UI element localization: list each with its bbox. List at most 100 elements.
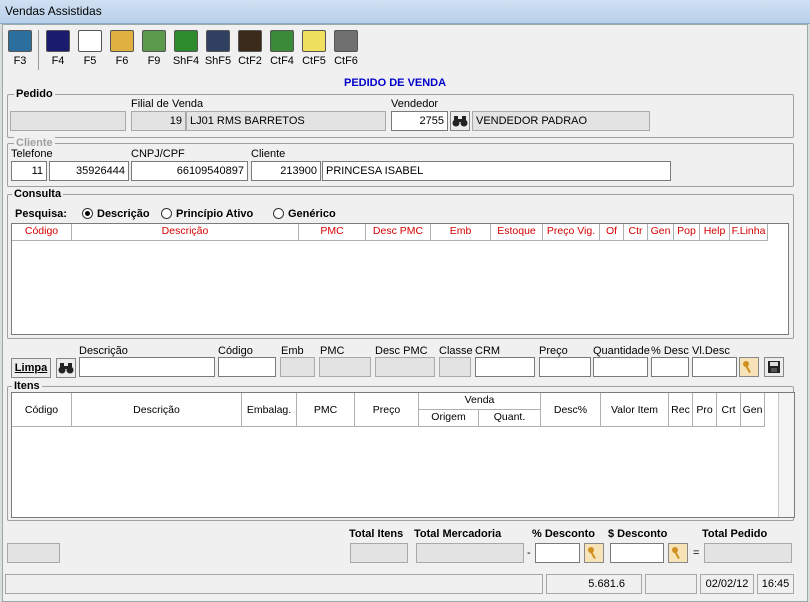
radio-generico[interactable] [273, 208, 284, 219]
toolbar-button-ctf4[interactable]: CtF4 [266, 28, 298, 72]
filial-label: Filial de Venda [131, 98, 204, 110]
entry-desc-pmc-label: Desc PMC [375, 345, 428, 357]
radio-descricao-label[interactable]: Descrição [97, 208, 150, 220]
status-main [5, 574, 543, 594]
toolbar-button-label: F3 [13, 55, 27, 67]
entry-vl-desc-field[interactable] [692, 357, 737, 377]
entry-crm-field[interactable] [475, 357, 535, 377]
consulta-column-header[interactable]: Pop [674, 224, 700, 241]
toolbar-button-ctf2[interactable]: CtF2 [234, 28, 266, 72]
consulta-column-header[interactable]: F.Linha [730, 224, 768, 241]
binoculars-icon [452, 116, 468, 127]
itens-column-header[interactable]: Descrição [72, 393, 242, 427]
toolbar-button-f9[interactable]: F9 [138, 28, 170, 72]
consulta-column-header[interactable]: Código [12, 224, 72, 241]
itens-column-header[interactable]: Crt [717, 393, 741, 427]
chart-icon [270, 30, 294, 52]
consulta-column-header[interactable]: Gen [648, 224, 674, 241]
filial-name-field: LJ01 RMS BARRETOS [186, 111, 386, 131]
pesquisa-label: Pesquisa: [15, 208, 67, 220]
consulta-column-header[interactable]: Estoque [491, 224, 543, 241]
toolbar-button-f6[interactable]: F6 [106, 28, 138, 72]
itens-column-header[interactable]: Preço [355, 393, 419, 427]
toolbar-button-f3[interactable]: F3 [4, 28, 36, 72]
radio-principio-ativo[interactable] [161, 208, 172, 219]
consulta-column-header[interactable]: PMC [299, 224, 366, 241]
entry-key-button[interactable] [739, 357, 759, 377]
itens-column-header[interactable]: Embalag. [242, 393, 297, 427]
consulta-column-header[interactable]: Preço Vig. [543, 224, 600, 241]
toolbar-button-f5[interactable]: F5 [74, 28, 106, 72]
entry-emb-field [280, 357, 315, 377]
entry-emb-label: Emb [281, 345, 304, 357]
valor-desconto-label: $ Desconto [608, 528, 668, 540]
toolbar-button-f4[interactable]: F4 [42, 28, 74, 72]
total-itens-label: Total Itens [349, 528, 404, 540]
itens-column-header[interactable]: Desc% [541, 393, 601, 427]
consulta-grid-header: Código Descrição PMC Desc PMC Emb Estoque Preç… [12, 224, 788, 241]
toolbar-button-shf5[interactable]: ShF5 [202, 28, 234, 72]
consulta-column-header[interactable]: Descrição [72, 224, 299, 241]
itens-column-header[interactable]: Valor Item [601, 393, 669, 427]
lightbulb-icon [302, 30, 326, 52]
entry-quantidade-field[interactable] [593, 357, 648, 377]
itens-column-header[interactable]: Código [12, 393, 72, 427]
save-disk-icon [768, 361, 780, 373]
telefone-field[interactable]: 35926444 [49, 161, 129, 181]
consulta-column-header[interactable]: Desc PMC [366, 224, 431, 241]
consulta-grid[interactable]: Código Descrição PMC Desc PMC Emb Estoque Preç… [11, 223, 789, 335]
radio-principio-ativo-label[interactable]: Princípio Ativo [176, 208, 253, 220]
valor-desconto-key-button[interactable] [668, 543, 688, 563]
pct-desconto-label: % Desconto [532, 528, 595, 540]
ddd-field[interactable]: 11 [11, 161, 47, 181]
limpa-button[interactable]: Limpa [11, 358, 51, 378]
itens-column-header[interactable]: Pro [693, 393, 717, 427]
valor-desconto-field[interactable] [610, 543, 664, 563]
itens-column-header[interactable]: Rec [669, 393, 693, 427]
toolbar-button-ctf6[interactable]: CtF6 [330, 28, 362, 72]
radio-generico-label[interactable]: Genérico [288, 208, 336, 220]
toolbar-button-ctf5[interactable]: CtF5 [298, 28, 330, 72]
consulta-column-header[interactable]: Of [600, 224, 624, 241]
boxes-icon [110, 30, 134, 52]
cnpj-field[interactable]: 66109540897 [131, 161, 248, 181]
descricao-search-button[interactable] [56, 358, 76, 378]
window-title: Vendas Assistidas [5, 4, 102, 18]
telefone-label: Telefone [11, 148, 53, 160]
entry-codigo-field[interactable] [218, 357, 276, 377]
total-pedido-label: Total Pedido [702, 528, 768, 540]
itens-column-subheader[interactable]: Origem [419, 410, 479, 427]
equals-sign: = [693, 547, 700, 559]
total-pedido-field [704, 543, 792, 563]
itens-grid[interactable]: Código Descrição Embalag. PMC Preço Venda Orig… [11, 392, 795, 518]
entry-descricao-field[interactable] [79, 357, 215, 377]
toolbar-button-label: CtF4 [270, 55, 294, 67]
itens-column-header-venda[interactable]: Venda [419, 393, 541, 410]
pct-desconto-field[interactable] [535, 543, 580, 563]
vendedor-code-field[interactable]: 2755 [391, 111, 448, 131]
total-mercadoria-field [416, 543, 524, 563]
consulta-column-header[interactable]: Emb [431, 224, 491, 241]
toolbar-button-label: F4 [51, 55, 65, 67]
cliente-name-field[interactable]: PRINCESA ISABEL [322, 161, 671, 181]
radio-descricao[interactable] [82, 208, 93, 219]
cliente-code-field[interactable]: 213900 [251, 161, 321, 181]
itens-column-subheader[interactable]: Quant. [479, 410, 541, 427]
consulta-column-header[interactable]: Help [700, 224, 730, 241]
vendedor-search-button[interactable] [450, 111, 470, 131]
total-itens-field [350, 543, 408, 563]
filial-code-field: 19 [131, 111, 186, 131]
entry-preco-field[interactable] [539, 357, 591, 377]
toolbar-button-shf4[interactable]: ShF4 [170, 28, 202, 72]
pct-desconto-key-button[interactable] [584, 543, 604, 563]
itens-column-header[interactable]: PMC [297, 393, 355, 427]
entry-desc-pmc-field [375, 357, 435, 377]
entry-pct-desc-field[interactable] [651, 357, 689, 377]
consulta-column-header[interactable]: Ctr [624, 224, 648, 241]
entry-classe-label: Classe [439, 345, 473, 357]
itens-column-header[interactable]: Gen [741, 393, 765, 427]
itens-scrollbar[interactable] [778, 393, 794, 517]
toolbar: F3 F4 F5 F6 F9 ShF4 ShF5 CtF2 CtF4 CtF5 CtF6 [4, 28, 364, 72]
entry-save-button[interactable] [764, 357, 784, 377]
cliente-label: Cliente [251, 148, 286, 160]
